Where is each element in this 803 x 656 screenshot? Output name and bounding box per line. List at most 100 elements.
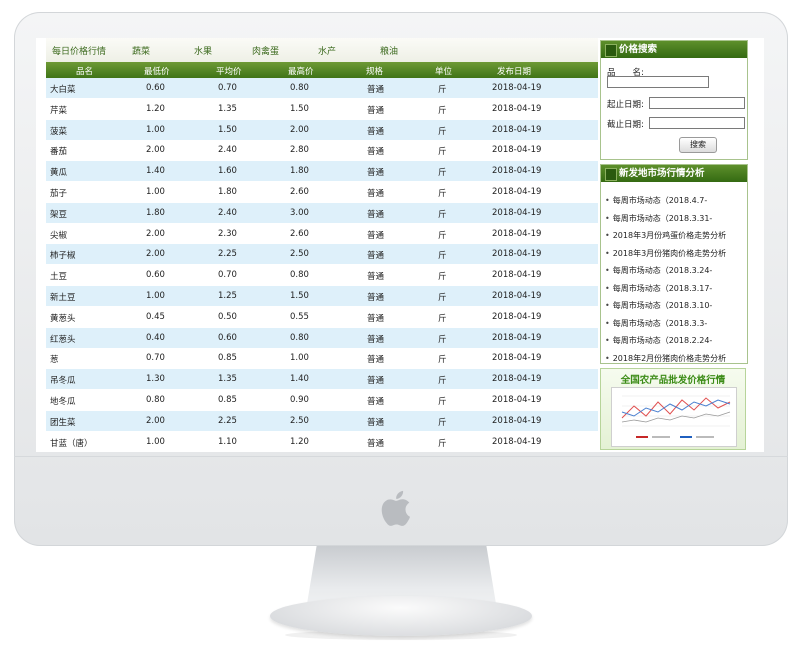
cell-name[interactable]: 大白菜 <box>50 83 76 95</box>
cell-name[interactable]: 黄瓜 <box>50 166 67 178</box>
cell-min-price: 2.00 <box>146 145 165 156</box>
cell-avg-price: 1.35 <box>218 374 237 385</box>
cell-avg-price: 0.70 <box>218 270 237 281</box>
market-analysis-item[interactable]: 每周市场动态（2018.4.7- <box>605 195 708 206</box>
cell-min-price: 1.30 <box>146 374 165 385</box>
cell-name[interactable]: 芹菜 <box>50 104 67 116</box>
cell-unit: 斤 <box>438 376 447 387</box>
cell-avg-price: 1.50 <box>218 124 237 135</box>
cell-max-price: 2.60 <box>290 187 309 197</box>
cell-min-price: 0.60 <box>146 270 165 281</box>
cell-spec: 普通 <box>367 126 385 137</box>
end-date-label: 截止日期: <box>607 120 644 130</box>
nav-tab-meat-poultry-eggs[interactable]: 肉禽蛋 <box>252 44 279 57</box>
cell-spec: 普通 <box>367 376 385 387</box>
market-analysis-item[interactable]: 2018年3月份猪肉价格走势分析 <box>605 248 726 259</box>
cell-spec: 普通 <box>367 147 385 158</box>
table-row: 黄瓜 1.40 1.60 1.80 普通 斤 2018-04-19 <box>46 161 598 183</box>
cell-name[interactable]: 甘蓝（唐） <box>50 437 93 449</box>
nav-tab-vegetables[interactable]: 蔬菜 <box>132 44 150 57</box>
cell-max-price: 1.00 <box>290 353 309 364</box>
cell-name[interactable]: 地冬瓜 <box>50 395 76 407</box>
market-analysis-item[interactable]: 每周市场动态（2018.3.31- <box>605 213 713 224</box>
nav-tab-aquatic[interactable]: 水产 <box>318 44 336 57</box>
cell-date: 2018-04-19 <box>492 291 542 301</box>
cell-unit: 斤 <box>438 293 447 303</box>
start-date-label: 起止日期: <box>607 100 644 110</box>
cell-max-price: 1.80 <box>290 166 309 177</box>
table-row: 团生菜 2.00 2.25 2.50 普通 斤 2018-04-19 <box>46 410 598 432</box>
cell-unit: 斤 <box>438 189 447 199</box>
cell-spec: 普通 <box>367 293 385 303</box>
national-price-banner[interactable]: 全国农产品批发价格行情 <box>600 368 746 450</box>
table-row: 茄子 1.00 1.80 2.60 普通 斤 2018-04-19 <box>46 182 598 203</box>
cell-unit: 斤 <box>438 438 447 449</box>
market-analysis-item[interactable]: 每周市场动态（2018.3.17- <box>605 283 713 294</box>
cell-max-price: 3.00 <box>290 207 309 218</box>
cell-name[interactable]: 柿子椒 <box>50 249 76 261</box>
cell-spec: 普通 <box>367 251 385 262</box>
cell-min-price: 0.60 <box>146 83 165 93</box>
table-row: 吊冬瓜 1.30 1.35 1.40 普通 斤 2018-04-19 <box>46 369 598 391</box>
table-row: 番茄 2.00 2.40 2.80 普通 斤 2018-04-19 <box>46 140 598 162</box>
nav-title-daily-prices[interactable]: 每日价格行情 <box>52 44 106 57</box>
cell-avg-price: 1.80 <box>218 187 237 197</box>
end-date-input[interactable] <box>649 117 745 129</box>
table-row: 新土豆 1.00 1.25 1.50 普通 斤 2018-04-19 <box>46 286 598 307</box>
cell-name[interactable]: 葱 <box>50 353 59 365</box>
start-date-input[interactable] <box>649 97 745 109</box>
cell-date: 2018-04-19 <box>492 103 542 114</box>
cell-name[interactable]: 番茄 <box>50 145 67 157</box>
cell-unit: 斤 <box>438 417 447 428</box>
cell-avg-price: 1.25 <box>218 291 237 301</box>
cell-date: 2018-04-19 <box>492 270 542 281</box>
cell-spec: 普通 <box>367 334 385 345</box>
monitor-screen: 每日价格行情 蔬菜 水果 肉禽蛋 水产 粮油 品名 最低价 平均价 最高价 规格… <box>36 38 764 452</box>
category-nav-bar: 每日价格行情 蔬菜 水果 肉禽蛋 水产 粮油 <box>46 38 598 63</box>
search-button[interactable]: 搜索 <box>679 137 717 153</box>
cell-max-price: 2.80 <box>290 145 309 156</box>
cell-spec: 普通 <box>367 168 385 179</box>
cell-avg-price: 2.30 <box>218 228 237 239</box>
cell-max-price: 2.50 <box>290 249 309 260</box>
cell-name[interactable]: 菠菜 <box>50 125 67 137</box>
table-row: 地冬瓜 0.80 0.85 0.90 普通 斤 2018-04-19 <box>46 390 598 411</box>
cell-spec: 普通 <box>367 438 385 449</box>
table-row: 甘蓝（唐） 1.00 1.10 1.20 普通 斤 2018-04-19 <box>46 432 598 452</box>
cell-date: 2018-04-19 <box>492 311 542 322</box>
price-search-title: 价格搜索 <box>601 41 747 58</box>
cell-name[interactable]: 黄葱头 <box>50 312 76 324</box>
market-analysis-item[interactable]: 每周市场动态（2018.2.24- <box>605 335 713 346</box>
market-analysis-item[interactable]: 2018年3月份鸡蛋价格走势分析 <box>605 230 726 241</box>
nav-tab-grain-oil[interactable]: 粮油 <box>380 44 398 57</box>
cell-date: 2018-04-19 <box>492 395 542 405</box>
cell-name[interactable]: 架豆 <box>50 208 67 220</box>
monitor-chin-divider <box>14 456 788 457</box>
nav-tab-fruits[interactable]: 水果 <box>194 44 212 57</box>
cell-unit: 斤 <box>438 397 447 407</box>
cell-max-price: 1.50 <box>290 291 309 301</box>
market-analysis-item[interactable]: 每周市场动态（2018.3.10- <box>605 300 713 311</box>
cell-name[interactable]: 土豆 <box>50 270 67 282</box>
cell-spec: 普通 <box>367 355 385 366</box>
apple-logo-icon <box>381 490 410 526</box>
table-row: 尖椒 2.00 2.30 2.60 普通 斤 2018-04-19 <box>46 224 598 245</box>
price-table-header: 品名 最低价 平均价 最高价 规格 单位 发布日期 <box>46 62 598 78</box>
cell-max-price: 2.00 <box>290 124 309 135</box>
cell-date: 2018-04-19 <box>492 415 542 426</box>
cell-avg-price: 0.70 <box>218 83 237 93</box>
cell-name[interactable]: 茄子 <box>50 187 67 199</box>
market-analysis-item[interactable]: 2018年2月份猪肉价格走势分析 <box>605 353 726 364</box>
cell-min-price: 0.45 <box>146 311 165 322</box>
name-input[interactable] <box>607 76 709 88</box>
cell-name[interactable]: 尖椒 <box>50 229 67 241</box>
market-analysis-item[interactable]: 每周市场动态（2018.3.3- <box>605 318 708 329</box>
cell-name[interactable]: 新土豆 <box>50 291 76 303</box>
market-analysis-item[interactable]: 每周市场动态（2018.3.24- <box>605 265 713 276</box>
cell-spec: 普通 <box>367 209 385 220</box>
table-row: 菠菜 1.00 1.50 2.00 普通 斤 2018-04-19 <box>46 119 598 141</box>
cell-name[interactable]: 红葱头 <box>50 333 76 345</box>
cell-name[interactable]: 吊冬瓜 <box>50 374 76 386</box>
cell-spec: 普通 <box>367 189 385 199</box>
cell-name[interactable]: 团生菜 <box>50 416 76 428</box>
